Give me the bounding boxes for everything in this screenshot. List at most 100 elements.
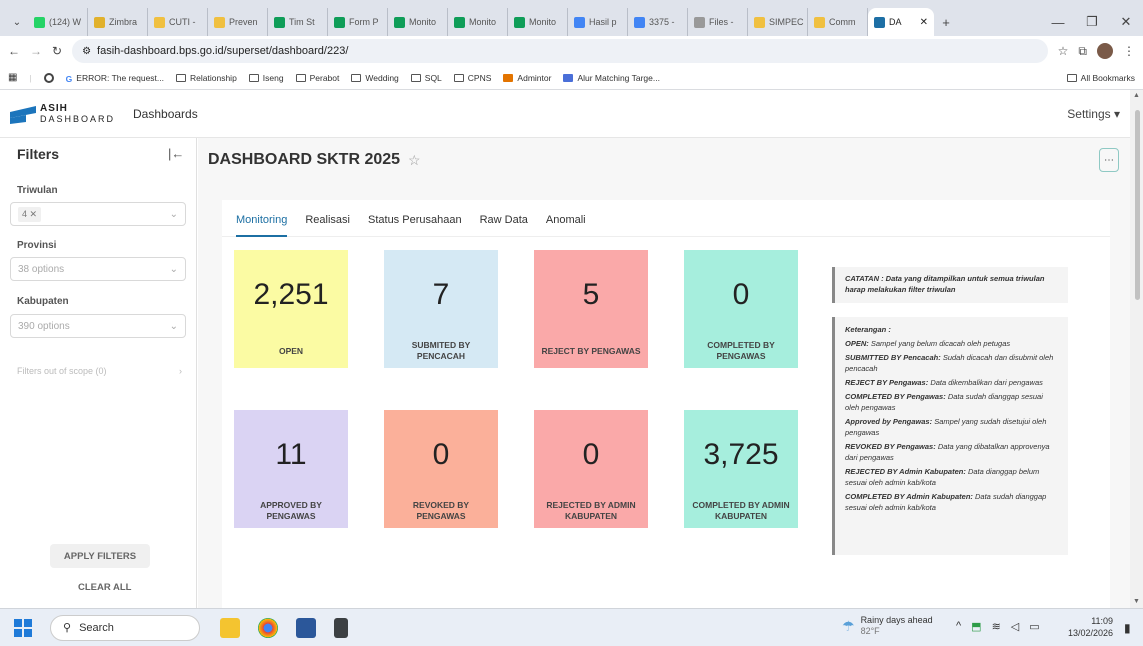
- folder-icon: [295, 73, 306, 82]
- status-card[interactable]: 5 REJECT BY PENGAWAS: [534, 250, 648, 368]
- windows-start-icon[interactable]: [14, 619, 32, 637]
- browser-menu-icon[interactable]: ⋮: [1123, 44, 1135, 58]
- reload-icon[interactable]: ↻: [52, 44, 62, 58]
- weather-temp: 82°F: [860, 626, 880, 636]
- browser-tab[interactable]: Hasil p: [568, 8, 628, 36]
- notification-icon[interactable]: ▮: [1124, 621, 1131, 635]
- keterangan-term: OPEN:: [845, 339, 869, 348]
- bookmark-item[interactable]: Wedding: [351, 73, 399, 83]
- kabupaten-select[interactable]: 390 options ⌄: [10, 314, 186, 338]
- close-tab-icon[interactable]: ✕: [920, 17, 928, 28]
- scroll-up-icon[interactable]: ▲: [1133, 92, 1140, 99]
- browser-tab[interactable]: 3375 -: [628, 8, 688, 36]
- minimize-icon[interactable]: —: [1041, 8, 1075, 36]
- keterangan-desc: Data dikembalikan dari pengawas: [930, 378, 1043, 387]
- triwulan-label: Triwulan: [17, 185, 58, 196]
- tab-search-icon[interactable]: ⌄: [6, 8, 28, 36]
- scroll-down-icon[interactable]: ▼: [1133, 598, 1140, 605]
- status-card[interactable]: 11 APPROVED BY PENGAWAS: [234, 410, 348, 528]
- back-icon[interactable]: ←: [8, 44, 20, 58]
- chrome-icon[interactable]: [258, 617, 278, 638]
- tab-anomali[interactable]: Anomali: [546, 214, 586, 237]
- clock[interactable]: 11:09 13/02/2026: [1068, 615, 1113, 639]
- chevron-up-icon[interactable]: ^: [956, 620, 961, 633]
- status-card[interactable]: 0 REJECTED BY ADMIN KABUPATEN: [534, 410, 648, 528]
- status-card[interactable]: 3,725 COMPLETED BY ADMIN KABUPATEN: [684, 410, 798, 528]
- bookmark-label: Alur Matching Targe...: [577, 72, 660, 83]
- bookmark-star-icon[interactable]: ☆: [1058, 44, 1069, 58]
- browser-tab[interactable]: (124) W: [28, 8, 88, 36]
- settings-menu[interactable]: Settings ▾: [1067, 107, 1120, 121]
- collapse-sidebar-icon[interactable]: |←: [168, 146, 184, 161]
- search-icon: ⚲: [63, 622, 72, 634]
- volume-icon[interactable]: ◁: [1011, 620, 1019, 633]
- browser-tab[interactable]: Files -: [688, 8, 748, 36]
- extensions-icon[interactable]: ⧉: [1078, 44, 1087, 59]
- site-info-icon[interactable]: ⚙: [82, 46, 91, 57]
- browser-tab[interactable]: Form P: [328, 8, 388, 36]
- new-tab-button[interactable]: +: [934, 8, 958, 36]
- tab-label: Preven: [229, 17, 258, 27]
- bookmark-item[interactable]: Relationship: [176, 73, 237, 83]
- provinsi-select[interactable]: 38 options ⌄: [10, 257, 186, 281]
- triwulan-tag[interactable]: 4 ✕: [18, 206, 42, 222]
- apply-filters-button[interactable]: APPLY FILTERS: [50, 544, 150, 568]
- search-label: Search: [79, 621, 114, 634]
- status-card[interactable]: 7 SUBMITED BY PENCACAH: [384, 250, 498, 368]
- wifi-icon[interactable]: ≋: [992, 620, 1001, 633]
- provinsi-placeholder: 38 options: [18, 263, 65, 275]
- chevron-right-icon: ›: [179, 366, 182, 376]
- filters-out-of-scope[interactable]: Filters out of scope (0) ›: [17, 366, 182, 376]
- tab-status-perusahaan[interactable]: Status Perusahaan: [368, 214, 462, 237]
- url-field[interactable]: ⚙ fasih-dashboard.bps.go.id/superset/das…: [72, 39, 1048, 63]
- bookmark-chrome-icon[interactable]: [43, 72, 54, 83]
- bookmark-item[interactable]: G ERROR: The request...: [66, 73, 164, 84]
- nav-dashboards-link[interactable]: Dashboards: [133, 107, 198, 121]
- forward-icon[interactable]: →: [30, 44, 42, 58]
- app-tray-icon[interactable]: ⬒: [971, 620, 981, 633]
- taskbar-search[interactable]: ⚲ Search: [50, 614, 200, 641]
- folder-icon: [410, 73, 421, 82]
- separator: |: [29, 72, 32, 83]
- bookmark-item[interactable]: Admintor: [503, 73, 551, 83]
- apps-grid-icon[interactable]: ▦: [8, 72, 17, 83]
- favorite-star-icon[interactable]: ☆: [408, 152, 421, 169]
- scrollbar-thumb[interactable]: [1135, 110, 1140, 300]
- tab-raw-data[interactable]: Raw Data: [480, 214, 528, 237]
- clear-all-button[interactable]: CLEAR ALL: [78, 582, 131, 593]
- tab-realisasi[interactable]: Realisasi: [305, 214, 350, 237]
- browser-tab[interactable]: Monito: [388, 8, 448, 36]
- bookmark-item[interactable]: Perabot: [295, 73, 339, 83]
- all-bookmarks-label: All Bookmarks: [1080, 72, 1135, 83]
- more-options-button[interactable]: ⋯: [1099, 148, 1119, 172]
- browser-tab[interactable]: Comm: [808, 8, 868, 36]
- battery-icon[interactable]: ▭: [1029, 620, 1039, 633]
- bookmark-item[interactable]: SQL: [410, 73, 442, 83]
- bookmark-item[interactable]: Alur Matching Targe...: [563, 73, 660, 83]
- weather-widget[interactable]: ☂ Rainy days ahead 82°F: [842, 615, 933, 637]
- restore-icon[interactable]: ❐: [1075, 8, 1109, 36]
- calculator-icon[interactable]: [334, 617, 348, 638]
- bookmark-item[interactable]: Iseng: [248, 73, 284, 83]
- file-explorer-icon[interactable]: [220, 617, 240, 638]
- bookmark-item[interactable]: CPNS: [453, 73, 491, 83]
- status-card[interactable]: 2,251 OPEN: [234, 250, 348, 368]
- status-card[interactable]: 0 COMPLETED BY PENGAWAS: [684, 250, 798, 368]
- status-card[interactable]: 0 REVOKED BY PENGAWAS: [384, 410, 498, 528]
- browser-tab[interactable]: Preven: [208, 8, 268, 36]
- word-icon[interactable]: [296, 617, 316, 638]
- browser-tab[interactable]: CUTI -: [148, 8, 208, 36]
- triwulan-select[interactable]: 4 ✕ ⌄: [10, 202, 186, 226]
- browser-tab[interactable]: Monito: [508, 8, 568, 36]
- browser-tab[interactable]: Monito: [448, 8, 508, 36]
- browser-tab[interactable]: SIMPEC: [748, 8, 808, 36]
- tab-active-dashboard[interactable]: DA ✕: [868, 8, 934, 36]
- all-bookmarks[interactable]: All Bookmarks: [1066, 72, 1135, 83]
- profile-avatar[interactable]: [1097, 43, 1113, 59]
- catatan-text: CATATAN : Data yang ditampilkan untuk se…: [845, 274, 1045, 294]
- close-window-icon[interactable]: ✕: [1109, 8, 1143, 36]
- browser-tab[interactable]: Tim St: [268, 8, 328, 36]
- browser-tab[interactable]: Zimbra: [88, 8, 148, 36]
- tab-monitoring[interactable]: Monitoring: [236, 214, 288, 237]
- asih-logo[interactable]: ASIH DASHBOARD: [10, 103, 115, 124]
